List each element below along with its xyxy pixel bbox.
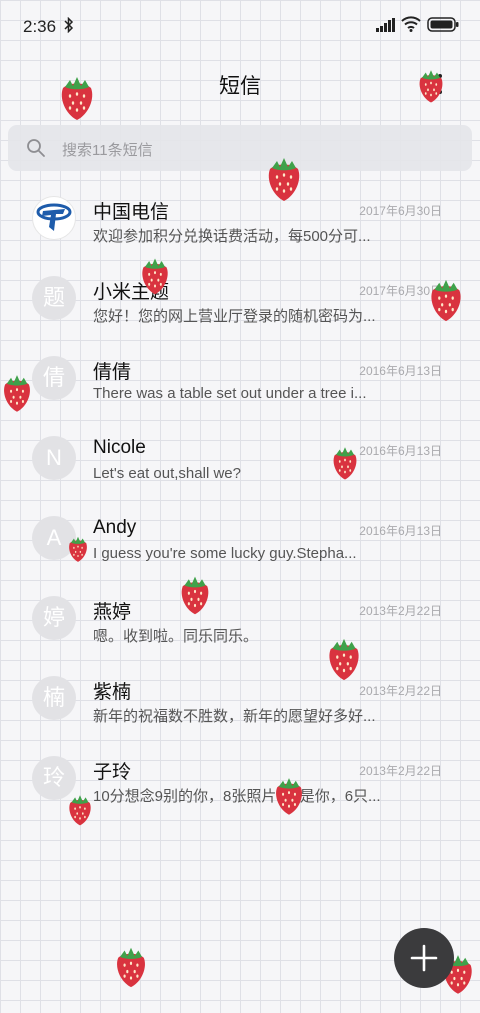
message-preview: There was a table set out under a tree i… (93, 385, 367, 402)
signal-icon (376, 18, 395, 32)
conversation-row[interactable]: 题 小米主题 2017年6月30日 您好！您的网上营业厅登录的随机密码为... (0, 260, 480, 340)
message-date: 2013年2月22日 (359, 684, 442, 698)
status-time: 2:36 (23, 17, 57, 36)
contact-name: 紫楠 (93, 682, 132, 703)
search-bar[interactable]: 搜索11条短信 (8, 125, 472, 171)
conversation-row[interactable]: 楠 紫楠 2013年2月22日 新年的祝福数不胜数，新年的愿望好多好... (0, 660, 480, 740)
message-date: 2013年2月22日 (359, 604, 442, 618)
message-list: 中国电信 2017年6月30日 欢迎参加积分兑换话费活动，每500分可... 题… (0, 180, 480, 820)
contact-name: Andy (93, 517, 137, 538)
message-preview: 您好！您的网上营业厅登录的随机密码为... (93, 308, 376, 325)
conversation-row[interactable]: N Nicole 2016年6月13日 Let's eat out,shall … (0, 420, 480, 500)
avatar: N (32, 436, 76, 480)
message-preview: 10分想念9别的你，8张照片7张是你，6只... (93, 788, 381, 805)
strawberry-icon (69, 795, 91, 826)
strawberry-icon (69, 536, 87, 562)
contact-name: 中国电信 (93, 202, 170, 223)
strawberry-icon (419, 70, 443, 103)
plus-icon (410, 944, 438, 972)
contact-name: 倩倩 (93, 362, 132, 383)
strawberry-icon (329, 638, 359, 681)
conversation-row[interactable]: 中国电信 2017年6月30日 欢迎参加积分兑换话费活动，每500分可... (0, 180, 480, 260)
avatar: 婷 (32, 596, 76, 640)
strawberry-icon (142, 258, 168, 295)
battery-icon (427, 17, 459, 32)
conversation-row[interactable]: 婷 燕婷 2013年2月22日 嗯。收到啦。同乐同乐。 (0, 580, 480, 660)
contact-name: 子玲 (93, 762, 132, 783)
message-preview: 新年的祝福数不胜数，新年的愿望好多好... (93, 708, 376, 725)
avatar: 楠 (32, 676, 76, 720)
contact-name: Nicole (93, 437, 146, 458)
message-date: 2016年6月13日 (359, 444, 442, 458)
bluetooth-icon (64, 17, 74, 33)
strawberry-icon (333, 447, 357, 480)
contact-name: 燕婷 (93, 602, 132, 623)
strawberry-icon (268, 158, 300, 201)
message-date: 2013年2月22日 (359, 764, 442, 778)
strawberry-icon (431, 279, 461, 322)
avatar (32, 196, 76, 240)
avatar: 倩 (32, 356, 76, 400)
strawberry-icon (117, 947, 145, 988)
strawberry-icon (276, 778, 302, 815)
strawberry-icon (4, 375, 30, 412)
search-placeholder: 搜索11条短信 (62, 142, 153, 159)
search-icon (27, 139, 45, 157)
strawberry-icon (61, 77, 93, 120)
avatar: 题 (32, 276, 76, 320)
message-preview: 欢迎参加积分兑换话费活动，每500分可... (93, 228, 371, 245)
conversation-row[interactable]: 倩 倩倩 2016年6月13日 There was a table set ou… (0, 340, 480, 420)
china-telecom-logo-icon (36, 203, 72, 231)
status-bar: 2:36 (0, 0, 480, 52)
message-preview: I guess you're some lucky guy.Stepha... (93, 545, 357, 562)
wifi-icon (401, 16, 421, 32)
strawberry-icon (181, 576, 209, 615)
compose-button[interactable] (394, 928, 454, 988)
message-date: 2016年6月13日 (359, 524, 442, 538)
message-date: 2016年6月13日 (359, 364, 442, 378)
message-date: 2017年6月30日 (359, 204, 442, 218)
